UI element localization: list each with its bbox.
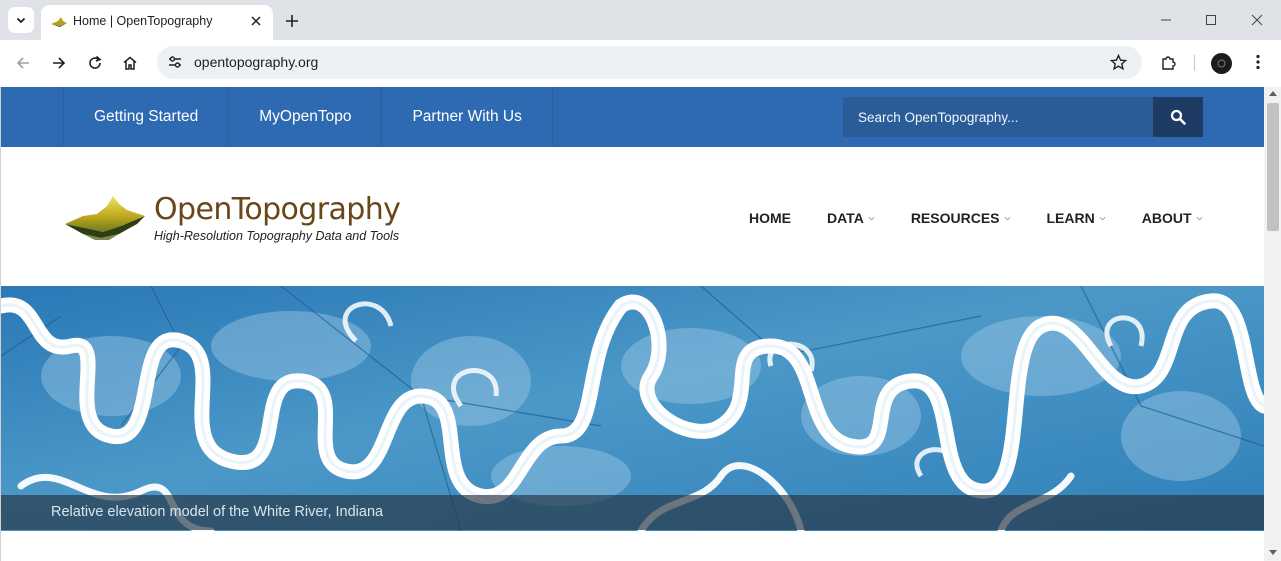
chevron-down-icon: [868, 216, 875, 220]
bookmark-button[interactable]: [1106, 50, 1130, 74]
close-icon: [251, 16, 261, 26]
chevron-down-icon: [1196, 216, 1202, 220]
nav-resources[interactable]: RESOURCES: [893, 206, 1029, 230]
close-icon: [1251, 14, 1263, 26]
nav-data[interactable]: DATA: [809, 206, 893, 230]
page-viewport: Getting Started MyOpenTopo Partner With …: [0, 87, 1281, 561]
browser-tabstrip: Home | OpenTopography: [0, 0, 1281, 40]
hero-caption-bar: Relative elevation model of the White Ri…: [1, 495, 1264, 530]
puzzle-icon: [1161, 55, 1176, 70]
home-icon: [123, 56, 137, 70]
forward-button[interactable]: [46, 50, 72, 76]
nav-about-label: ABOUT: [1141, 210, 1192, 226]
extensions-button[interactable]: [1156, 50, 1180, 74]
profile-avatar[interactable]: [1211, 53, 1232, 74]
star-icon: [1109, 53, 1127, 70]
home-button[interactable]: [117, 50, 143, 76]
logo-subtitle: High-Resolution Topography Data and Tool…: [154, 229, 400, 243]
browser-toolbar: opentopography.org: [0, 40, 1281, 87]
nav-about[interactable]: ABOUT: [1124, 206, 1221, 230]
nav-resources-label: RESOURCES: [910, 210, 1000, 226]
topnav-partner-with-us[interactable]: Partner With Us: [382, 87, 553, 147]
site-info-button[interactable]: [163, 50, 187, 74]
hero-caption: Relative elevation model of the White Ri…: [51, 504, 384, 520]
url-text: opentopography.org: [194, 54, 319, 70]
site-search-button[interactable]: [1153, 97, 1203, 137]
site-header: OpenTopography High-Resolution Topograph…: [1, 147, 1264, 286]
site-topbar: Getting Started MyOpenTopo Partner With …: [1, 87, 1264, 147]
tab-close-button[interactable]: [247, 12, 265, 30]
plus-icon: [286, 15, 298, 27]
reload-button[interactable]: [82, 50, 108, 76]
more-vertical-icon: [1256, 54, 1260, 70]
toolbar-divider: [1194, 55, 1195, 71]
opentopography-favicon-icon: [51, 17, 67, 27]
logo-title[interactable]: OpenTopography: [154, 192, 401, 227]
hero-banner[interactable]: Relative elevation model of the White Ri…: [1, 286, 1264, 531]
window-close-button[interactable]: [1245, 8, 1269, 32]
nav-home-label: HOME: [749, 210, 791, 226]
main-navigation: HOME DATA RESOURCES LEARN ABOUT: [731, 206, 1221, 230]
topnav-getting-started[interactable]: Getting Started: [63, 87, 230, 147]
maximize-button[interactable]: [1199, 8, 1223, 32]
nav-data-label: DATA: [827, 210, 864, 226]
chevron-down-icon: [16, 17, 26, 24]
tab-search-button[interactable]: [8, 7, 34, 33]
scroll-down-arrow-icon[interactable]: [1269, 550, 1277, 555]
scrollbar-thumb[interactable]: [1267, 103, 1279, 231]
maximize-icon: [1206, 15, 1216, 25]
active-tab[interactable]: Home | OpenTopography: [41, 5, 273, 40]
nav-learn[interactable]: LEARN: [1029, 206, 1124, 230]
page-scrollbar[interactable]: [1264, 87, 1281, 561]
nav-learn-label: LEARN: [1046, 210, 1095, 226]
profile-icon: [1217, 59, 1226, 68]
new-tab-button[interactable]: [280, 9, 304, 33]
reload-icon: [89, 55, 102, 69]
search-icon: [1170, 109, 1186, 125]
site-search-input[interactable]: Search OpenTopography...: [843, 97, 1154, 137]
minimize-icon: [1161, 19, 1171, 21]
opentopography-logo-icon[interactable]: [63, 192, 147, 244]
topnav-myopentopo[interactable]: MyOpenTopo: [229, 87, 383, 147]
tune-icon: [169, 56, 181, 68]
chevron-down-icon: [1099, 216, 1106, 220]
arrow-right-icon: [53, 57, 66, 69]
top-navigation: Getting Started MyOpenTopo Partner With …: [63, 87, 553, 147]
back-button[interactable]: [10, 50, 36, 76]
nav-home[interactable]: HOME: [731, 206, 809, 230]
address-bar[interactable]: opentopography.org: [157, 46, 1142, 79]
browser-menu-button[interactable]: [1246, 50, 1270, 74]
tab-title: Home | OpenTopography: [73, 14, 213, 28]
arrow-left-icon: [16, 57, 29, 69]
chevron-down-icon: [1004, 216, 1010, 220]
scroll-up-arrow-icon[interactable]: [1269, 91, 1277, 96]
minimize-button[interactable]: [1154, 8, 1178, 32]
